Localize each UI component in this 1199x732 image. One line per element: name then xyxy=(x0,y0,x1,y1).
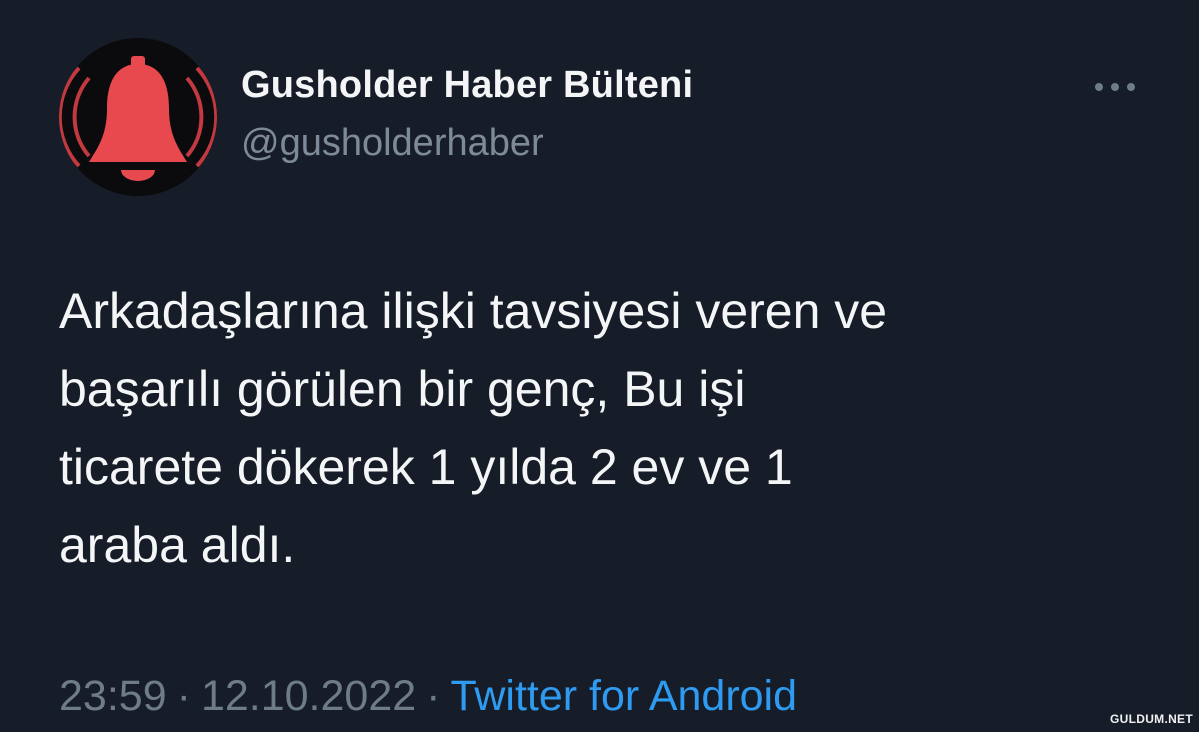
avatar[interactable] xyxy=(59,38,217,196)
watermark: GULDUM.NET xyxy=(1110,712,1193,726)
tweet-card: Gusholder Haber Bülteni @gusholderhaber … xyxy=(0,0,1199,732)
tweet-text: Arkadaşlarına ilişki tavsiyesi veren ve … xyxy=(59,272,1149,584)
tweet-meta: 23:59 · 12.10.2022 · Twitter for Android xyxy=(59,672,797,721)
meta-separator: · xyxy=(176,672,191,720)
handle[interactable]: @gusholderhaber xyxy=(241,122,544,165)
more-options-icon xyxy=(1095,83,1135,91)
tweet-text-line: başarılı görülen bir genç, Bu işi xyxy=(59,361,746,417)
tweet-source-link[interactable]: Twitter for Android xyxy=(450,672,797,720)
display-name[interactable]: Gusholder Haber Bülteni xyxy=(241,64,693,107)
tweet-time[interactable]: 23:59 xyxy=(59,672,167,720)
bell-icon xyxy=(59,38,217,196)
meta-separator: · xyxy=(426,672,441,720)
tweet-text-line: Arkadaşlarına ilişki tavsiyesi veren ve xyxy=(59,283,888,339)
tweet-text-line: araba aldı. xyxy=(59,517,296,573)
more-options-button[interactable] xyxy=(1088,70,1142,104)
tweet-text-line: ticarete dökerek 1 yılda 2 ev ve 1 xyxy=(59,439,793,495)
tweet-date[interactable]: 12.10.2022 xyxy=(201,672,416,720)
